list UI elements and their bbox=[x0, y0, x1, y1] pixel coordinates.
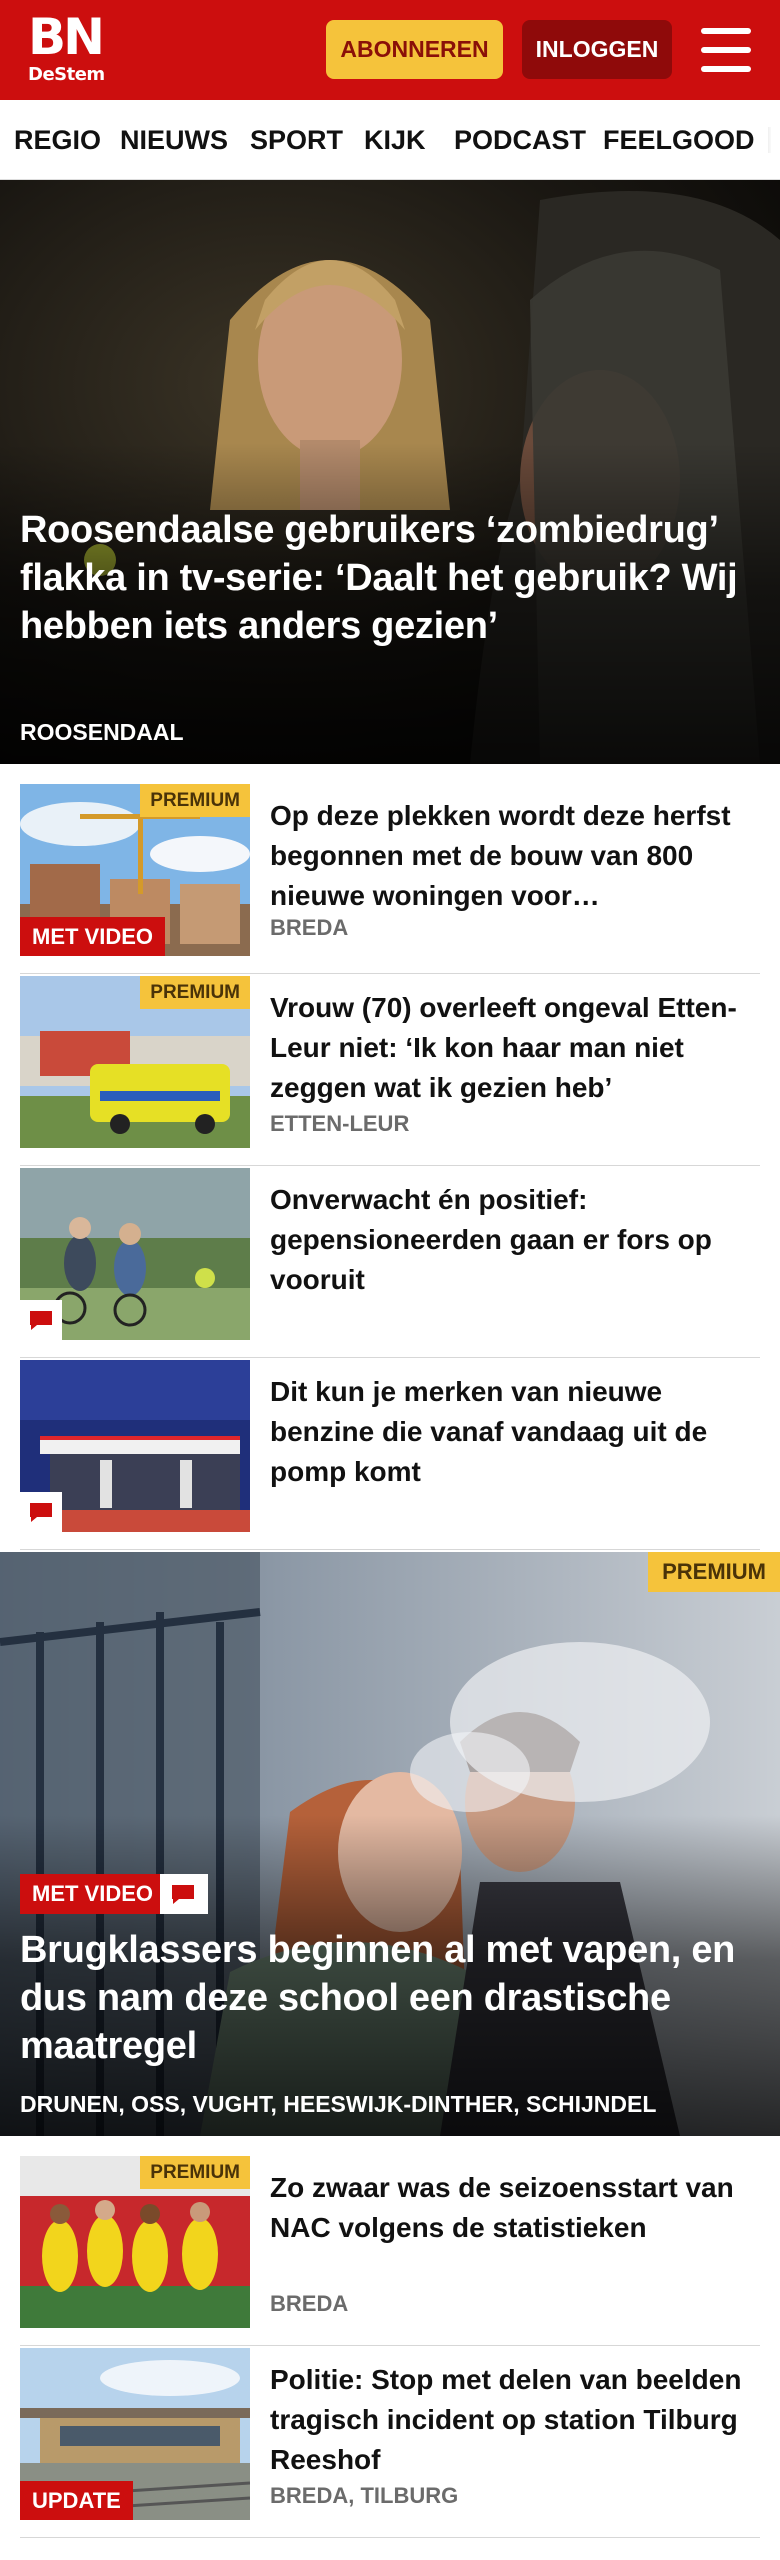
comment-badge bbox=[20, 1492, 62, 1532]
nav-item-podcast[interactable]: PODCAST bbox=[454, 100, 586, 179]
nav-fade bbox=[754, 100, 780, 179]
nav-item-sport[interactable]: SPORT bbox=[250, 100, 343, 179]
hamburger-menu-icon[interactable] bbox=[701, 28, 751, 72]
list-item[interactable]: PREMIUM Vrouw (70) overleeft ongeval Ett… bbox=[20, 976, 760, 1166]
comment-icon bbox=[172, 1885, 194, 1904]
article-title[interactable]: Onverwacht én positief: gepensioneerden … bbox=[270, 1180, 760, 1300]
article-location: ETTEN-LEUR bbox=[270, 1111, 410, 1136]
article-title[interactable]: Dit kun je merken van nieuwe benzine die… bbox=[270, 1372, 760, 1492]
featured-title[interactable]: Brugklassers beginnen al met vapen, en d… bbox=[20, 1926, 760, 2070]
article-thumbnail bbox=[20, 1168, 250, 1340]
premium-badge: PREMIUM bbox=[140, 976, 250, 1009]
article-thumbnail: PREMIUM MET VIDEO bbox=[20, 784, 250, 956]
login-button[interactable]: INLOGGEN bbox=[522, 20, 672, 79]
video-badge: MET VIDEO bbox=[20, 1874, 166, 1914]
article-location: BREDA bbox=[270, 2291, 349, 2316]
list-item[interactable]: PREMIUM MET VIDEO Op deze plekken wordt … bbox=[20, 784, 760, 974]
comment-icon bbox=[30, 1503, 52, 1522]
premium-badge: PREMIUM bbox=[140, 784, 250, 817]
logo-sub: DeStem bbox=[28, 64, 105, 85]
article-location: BREDA bbox=[270, 915, 349, 940]
featured-article[interactable]: PREMIUM MET VIDEO Brugklassers beginnen … bbox=[0, 1552, 780, 2136]
list-item[interactable]: Dit kun je merken van nieuwe benzine die… bbox=[20, 1360, 760, 1550]
premium-badge: PREMIUM bbox=[140, 2156, 250, 2189]
article-title[interactable]: Zo zwaar was de seizoensstart van NAC vo… bbox=[270, 2168, 760, 2248]
nav-item-nieuws[interactable]: NIEUWS bbox=[120, 100, 228, 179]
nav-item-kijk[interactable]: KIJK bbox=[364, 100, 426, 179]
list-item[interactable]: PREMIUM Zo zwaar was de seizoensstart va… bbox=[20, 2156, 760, 2346]
article-thumbnail: UPDATE bbox=[20, 2348, 250, 2520]
featured-location: DRUNEN, OSS, VUGHT, HEESWIJK-DINTHER, SC… bbox=[20, 2091, 657, 2117]
article-thumbnail bbox=[20, 1360, 250, 1532]
comment-icon bbox=[30, 1311, 52, 1330]
section-nav: REGIO NIEUWS SPORT KIJK PODCAST FEELGOOD bbox=[0, 100, 780, 180]
hero-location: ROOSENDAAL bbox=[20, 719, 184, 745]
logo-main: BN bbox=[28, 8, 105, 66]
article-thumbnail: PREMIUM bbox=[20, 976, 250, 1148]
article-location: BREDA, TILBURG bbox=[270, 2483, 459, 2508]
article-title[interactable]: Op deze plekken wordt deze herfst begonn… bbox=[270, 796, 760, 916]
list-item[interactable]: Onverwacht én positief: gepensioneerden … bbox=[20, 1168, 760, 1358]
comment-badge bbox=[160, 1874, 208, 1914]
hero-title[interactable]: Roosendaalse gebruikers ‘zombiedrug’ fla… bbox=[20, 506, 760, 650]
comment-badge bbox=[20, 1300, 62, 1340]
hero-article[interactable]: Roosendaalse gebruikers ‘zombiedrug’ fla… bbox=[0, 180, 780, 764]
list-item[interactable]: UPDATE Politie: Stop met delen van beeld… bbox=[20, 2348, 760, 2538]
premium-badge: PREMIUM bbox=[648, 1552, 780, 1592]
article-title[interactable]: Politie: Stop met delen van beelden trag… bbox=[270, 2360, 760, 2480]
nav-item-feelgood[interactable]: FEELGOOD bbox=[603, 100, 755, 179]
nav-item-regio[interactable]: REGIO bbox=[14, 100, 101, 179]
video-badge: MET VIDEO bbox=[20, 917, 166, 956]
site-logo[interactable]: BN DeStem bbox=[28, 8, 110, 86]
site-header: BN DeStem ABONNEREN INLOGGEN bbox=[0, 0, 780, 100]
article-thumbnail: PREMIUM bbox=[20, 2156, 250, 2328]
subscribe-button[interactable]: ABONNEREN bbox=[326, 20, 503, 79]
update-badge: UPDATE bbox=[20, 2481, 133, 2520]
article-title[interactable]: Vrouw (70) overleeft ongeval Etten-Leur … bbox=[270, 988, 760, 1108]
